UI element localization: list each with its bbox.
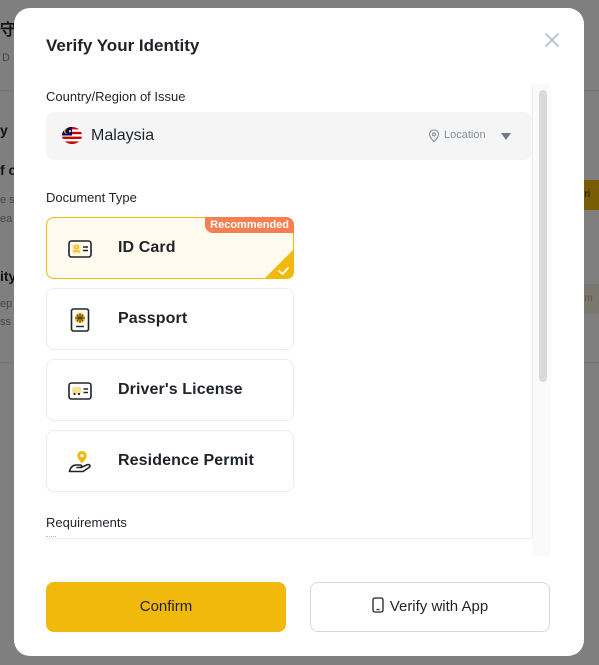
doc-option-residence-permit[interactable]: Residence Permit <box>46 430 294 492</box>
recommended-badge: Recommended <box>205 217 294 233</box>
doc-option-label: Passport <box>118 310 188 327</box>
malaysia-flag-icon <box>62 127 82 144</box>
doc-option-label: Driver's License <box>118 381 243 398</box>
confirm-button-label: Confirm <box>139 598 193 615</box>
document-section-label: Document Type <box>46 190 137 205</box>
doc-option-label: Residence Permit <box>118 452 254 469</box>
verify-identity-modal: Verify Your Identity Country/Region of I… <box>14 8 584 656</box>
chevron-down-icon <box>501 133 511 140</box>
location-label: Location <box>444 129 486 141</box>
phone-icon <box>372 597 384 613</box>
location-pin-icon <box>428 129 440 143</box>
content-divider <box>46 538 533 539</box>
confirm-button[interactable]: Confirm <box>46 582 286 632</box>
verify-with-app-button[interactable]: Verify with App <box>310 582 550 632</box>
doc-option-id-card[interactable]: ID Card Recommended <box>46 217 294 279</box>
drivers-license-icon <box>68 382 92 400</box>
scrollbar-track[interactable] <box>533 84 551 556</box>
close-icon <box>545 33 559 47</box>
requirements-label: Requirements <box>46 515 127 530</box>
passport-icon <box>70 308 90 332</box>
selected-country: Malaysia <box>91 127 155 144</box>
residence-permit-icon <box>68 450 91 473</box>
check-icon <box>264 249 294 279</box>
doc-option-passport[interactable]: Passport <box>46 288 294 350</box>
id-card-icon <box>68 240 92 258</box>
close-button[interactable] <box>540 28 564 52</box>
doc-option-label: ID Card <box>118 239 176 256</box>
modal-title: Verify Your Identity <box>46 36 200 55</box>
modal-scroll-area[interactable]: Country/Region of Issue Malaysia Locatio… <box>46 84 551 556</box>
scrollbar-thumb[interactable] <box>539 90 547 382</box>
doc-option-drivers-license[interactable]: Driver's License <box>46 359 294 421</box>
verify-with-app-label: Verify with App <box>389 598 489 615</box>
country-select[interactable]: Malaysia Location <box>46 112 532 160</box>
country-section-label: Country/Region of Issue <box>46 89 186 104</box>
